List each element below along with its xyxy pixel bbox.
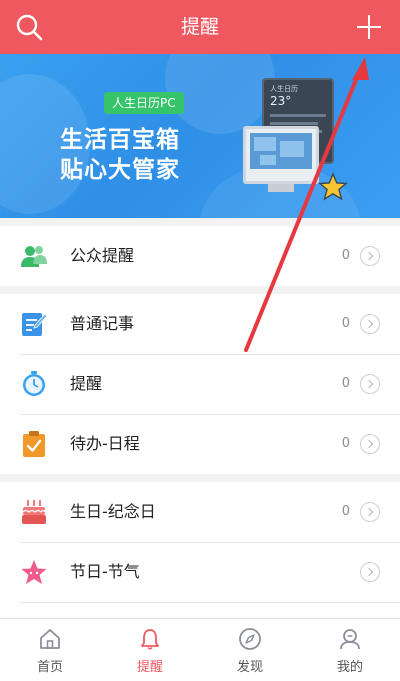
top-bar: 提醒 xyxy=(0,0,400,54)
list-item-label: 普通记事 xyxy=(70,314,135,333)
page-title: 提醒 xyxy=(180,16,219,38)
list-item-todo-schedule[interactable]: 待办-日程 0 xyxy=(0,414,400,474)
people-icon xyxy=(21,246,47,267)
alarm-clock-icon xyxy=(23,371,45,396)
chevron-right-icon xyxy=(360,246,380,266)
promo-banner[interactable]: 人生日历PC 生活百宝箱 贴心大管家 人生日历 23° xyxy=(0,54,400,218)
user-icon xyxy=(340,629,360,650)
add-icon[interactable] xyxy=(354,12,384,42)
chevron-right-icon xyxy=(360,314,380,334)
screen-header-text: 人生日历 xyxy=(270,85,298,93)
banner-headline-2: 贴心大管家 xyxy=(60,157,180,183)
list-item-label: 待办-日程 xyxy=(70,434,140,453)
list-item-count: 0 xyxy=(341,436,350,451)
list-item-festival-solar-term[interactable]: 节日-节气 xyxy=(0,542,400,602)
list-item-label: 节日-节气 xyxy=(70,562,140,581)
monitor-illustration xyxy=(243,126,319,184)
chevron-right-icon xyxy=(360,374,380,394)
monitor-stand xyxy=(268,184,294,192)
list-item-label: 提醒 xyxy=(70,374,103,393)
tab-mine[interactable]: 我的 xyxy=(300,619,400,681)
tab-label: 提醒 xyxy=(136,660,163,675)
list-item-label: 生日-纪念日 xyxy=(70,502,156,521)
screen-temperature: 23° xyxy=(270,94,292,108)
list-group-public: 公众提醒 0 xyxy=(0,226,400,286)
list-item-count: 0 xyxy=(341,248,350,263)
tab-label: 首页 xyxy=(36,660,63,675)
banner-headline-1: 生活百宝箱 xyxy=(60,127,180,153)
compass-icon xyxy=(239,628,261,650)
tab-label: 我的 xyxy=(336,660,363,675)
cake-icon xyxy=(22,500,46,524)
list-item-birthday-anniversary[interactable]: 生日-纪念日 0 xyxy=(0,482,400,542)
star-icon xyxy=(21,560,47,584)
star-icon xyxy=(318,172,348,201)
banner-tag: 人生日历PC xyxy=(104,92,184,114)
notepad-icon xyxy=(22,313,48,336)
bell-icon xyxy=(141,629,159,650)
home-icon xyxy=(40,629,60,649)
list-item-reminder[interactable]: 提醒 0 xyxy=(0,354,400,414)
list-group-notes: 普通记事 0 提醒 0 待办-日程 0 xyxy=(0,294,400,474)
list-item-count: 0 xyxy=(341,376,350,391)
chevron-right-icon xyxy=(360,434,380,454)
divider xyxy=(20,602,400,603)
tab-discover[interactable]: 发现 xyxy=(200,619,300,681)
list-item-count: 0 xyxy=(341,316,350,331)
clipboard-check-icon xyxy=(23,431,45,457)
list-item-count: 0 xyxy=(341,504,350,519)
bottom-tab-bar: 首页 提醒 发现 我的 xyxy=(0,618,400,681)
list-group-dates: 生日-纪念日 0 节日-节气 xyxy=(0,482,400,618)
tab-home[interactable]: 首页 xyxy=(0,619,100,681)
chevron-right-icon xyxy=(360,562,380,582)
tab-label: 发现 xyxy=(236,660,263,675)
tab-reminder[interactable]: 提醒 xyxy=(100,619,200,681)
chevron-right-icon xyxy=(360,502,380,522)
list-item-normal-note[interactable]: 普通记事 0 xyxy=(0,294,400,354)
list-item-label: 公众提醒 xyxy=(70,246,135,265)
list-item-public-reminder[interactable]: 公众提醒 0 xyxy=(0,226,400,286)
